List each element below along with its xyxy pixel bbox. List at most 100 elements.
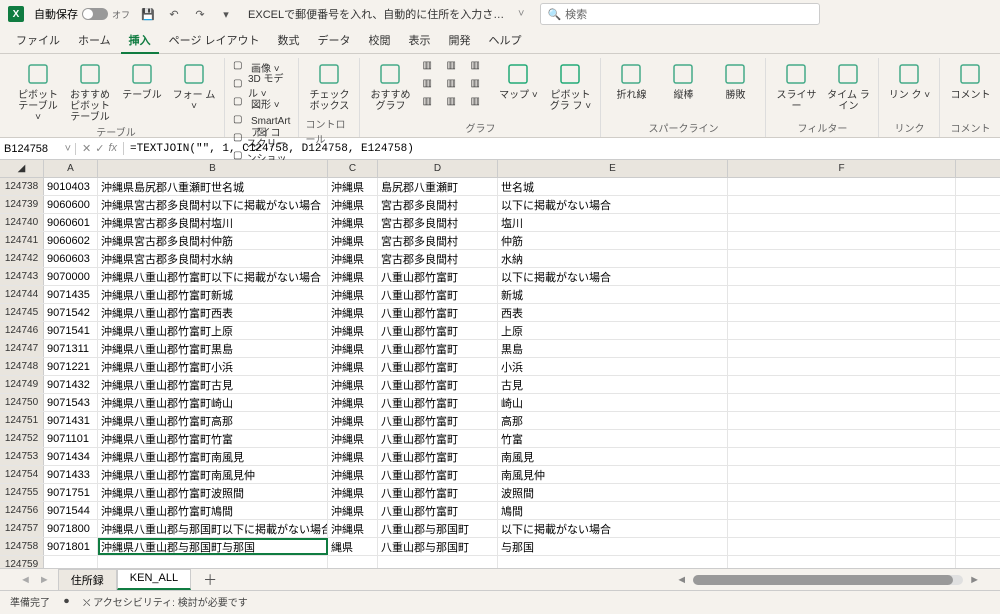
cell[interactable]: 八重山郡竹富町 bbox=[378, 412, 498, 429]
sheet-tab-住所録[interactable]: 住所録 bbox=[58, 569, 117, 590]
row-header[interactable]: 124756 bbox=[0, 502, 44, 519]
cell[interactable]: 沖縄県宮古郡多良間村仲筋 bbox=[98, 232, 328, 249]
name-box[interactable]: B124758˅ bbox=[0, 143, 76, 155]
cell[interactable]: 沖縄県八重山郡竹富町鳩間 bbox=[98, 502, 328, 519]
cell[interactable]: 上原 bbox=[498, 322, 728, 339]
cell[interactable]: 以下に掲載がない場合 bbox=[498, 520, 728, 537]
cell[interactable]: 9071433 bbox=[44, 466, 98, 483]
cancel-icon[interactable]: ✕ bbox=[82, 142, 91, 155]
row-header[interactable]: 124744 bbox=[0, 286, 44, 303]
cell[interactable]: 八重山郡竹富町 bbox=[378, 358, 498, 375]
cell[interactable]: 八重山郡竹富町 bbox=[378, 430, 498, 447]
row-header[interactable]: 124753 bbox=[0, 448, 44, 465]
cell[interactable]: 沖縄県八重山郡竹富町南風見仲 bbox=[98, 466, 328, 483]
cell[interactable]: 沖縄県宮古郡多良間村水納 bbox=[98, 250, 328, 267]
ribbon-button[interactable]: ピボットテーブル ˅ bbox=[14, 58, 62, 125]
chart-type-button[interactable]: ▥ bbox=[444, 76, 466, 94]
ribbon-button[interactable]: フォー ム ˅ bbox=[170, 58, 218, 114]
cell[interactable]: 以下に掲載がない場合 bbox=[498, 268, 728, 285]
cell[interactable]: 沖縄県八重山郡竹富町南風見 bbox=[98, 448, 328, 465]
fx-icon[interactable]: fx bbox=[108, 142, 117, 155]
chart-type-button[interactable]: ▥ bbox=[468, 94, 490, 112]
chart-type-button[interactable]: ▥ bbox=[420, 94, 442, 112]
cell[interactable] bbox=[728, 322, 956, 339]
enter-icon[interactable]: ✓ bbox=[95, 142, 104, 155]
tab-ホーム[interactable]: ホーム bbox=[70, 28, 119, 54]
cell[interactable]: 沖縄県 bbox=[328, 178, 378, 195]
cell[interactable]: 9010403 bbox=[44, 178, 98, 195]
chart-type-button[interactable]: ▥ bbox=[420, 58, 442, 76]
column-header-F[interactable]: F bbox=[728, 160, 956, 177]
chart-type-button[interactable]: ▥ bbox=[468, 58, 490, 76]
cell[interactable]: 沖縄県八重山郡与那国町与那国 bbox=[98, 538, 328, 555]
ribbon-button[interactable]: 勝敗 bbox=[711, 58, 759, 103]
cell[interactable] bbox=[728, 520, 956, 537]
cell[interactable]: 沖縄県八重山郡竹富町上原 bbox=[98, 322, 328, 339]
cell[interactable]: 波照間 bbox=[498, 484, 728, 501]
ribbon-button[interactable]: タイム ライン bbox=[824, 58, 872, 114]
row-header[interactable]: 124752 bbox=[0, 430, 44, 447]
cell[interactable]: 黒島 bbox=[498, 340, 728, 357]
cell[interactable]: 八重山郡竹富町 bbox=[378, 340, 498, 357]
cell[interactable]: 沖縄県 bbox=[328, 466, 378, 483]
cell[interactable]: 宮古郡多良間村 bbox=[378, 196, 498, 213]
cell[interactable] bbox=[728, 304, 956, 321]
cell[interactable] bbox=[728, 538, 956, 555]
cell[interactable]: 沖縄県八重山郡竹富町新城 bbox=[98, 286, 328, 303]
chart-type-button[interactable]: ▥ bbox=[420, 76, 442, 94]
row-header[interactable]: 124738 bbox=[0, 178, 44, 195]
cell[interactable] bbox=[498, 556, 728, 568]
row-header[interactable]: 124755 bbox=[0, 484, 44, 501]
cell[interactable]: 沖縄県八重山郡竹富町波照間 bbox=[98, 484, 328, 501]
cell[interactable]: 9071221 bbox=[44, 358, 98, 375]
cell[interactable]: 南風見 bbox=[498, 448, 728, 465]
cell[interactable]: 小浜 bbox=[498, 358, 728, 375]
cell[interactable]: 沖縄県 bbox=[328, 196, 378, 213]
cell[interactable] bbox=[728, 268, 956, 285]
cell[interactable] bbox=[378, 556, 498, 568]
column-header-B[interactable]: B bbox=[98, 160, 328, 177]
save-icon[interactable]: 💾 bbox=[140, 6, 156, 22]
ribbon-button[interactable]: おすすめ グラフ bbox=[366, 58, 414, 114]
row-header[interactable]: 124741 bbox=[0, 232, 44, 249]
cell[interactable]: 八重山郡竹富町 bbox=[378, 268, 498, 285]
cell[interactable]: 9060600 bbox=[44, 196, 98, 213]
horizontal-scrollbar[interactable] bbox=[693, 575, 963, 585]
cell[interactable] bbox=[328, 556, 378, 568]
column-header-C[interactable]: C bbox=[328, 160, 378, 177]
chart-type-button[interactable]: ▥ bbox=[444, 58, 466, 76]
cell[interactable]: 縄県 bbox=[328, 538, 378, 555]
tab-ファイル[interactable]: ファイル bbox=[8, 28, 68, 54]
ribbon-button[interactable]: ▢3D モデル ˅ bbox=[231, 76, 292, 94]
tab-校閲[interactable]: 校閲 bbox=[361, 28, 399, 54]
row-header[interactable]: 124758 bbox=[0, 538, 44, 555]
accessibility-status[interactable]: ⛌ アクセシビリティ: 検討が必要です bbox=[83, 594, 248, 609]
cell[interactable]: 宮古郡多良間村 bbox=[378, 214, 498, 231]
cell[interactable]: 9070000 bbox=[44, 268, 98, 285]
cell[interactable]: 沖縄県 bbox=[328, 358, 378, 375]
cell[interactable]: 9071544 bbox=[44, 502, 98, 519]
cell[interactable]: 沖縄県 bbox=[328, 268, 378, 285]
ribbon-button[interactable]: ピボットグラ フ ˅ bbox=[546, 58, 594, 114]
cell[interactable]: 八重山郡竹富町 bbox=[378, 376, 498, 393]
cell[interactable]: 八重山郡竹富町 bbox=[378, 466, 498, 483]
cell[interactable]: 以下に掲載がない場合 bbox=[498, 196, 728, 213]
cell[interactable]: 沖縄県八重山郡竹富町高那 bbox=[98, 412, 328, 429]
cell[interactable]: 沖縄県 bbox=[328, 520, 378, 537]
cell[interactable]: 沖縄県 bbox=[328, 232, 378, 249]
cell[interactable]: 沖縄県 bbox=[328, 502, 378, 519]
cell[interactable]: 沖縄県八重山郡竹富町崎山 bbox=[98, 394, 328, 411]
ribbon-button[interactable]: チェック ボックス bbox=[305, 58, 353, 114]
cell[interactable] bbox=[44, 556, 98, 568]
row-header[interactable]: 124743 bbox=[0, 268, 44, 285]
cell[interactable]: 9060601 bbox=[44, 214, 98, 231]
ribbon-button[interactable]: テーブル bbox=[118, 58, 166, 103]
undo-icon[interactable]: ↶ bbox=[166, 6, 182, 22]
autosave-toggle[interactable]: 自動保存 オフ bbox=[34, 6, 130, 22]
sheet-nav-next-icon[interactable]: ► bbox=[39, 574, 50, 586]
row-header[interactable]: 124749 bbox=[0, 376, 44, 393]
cell[interactable] bbox=[728, 394, 956, 411]
cell[interactable] bbox=[728, 196, 956, 213]
ribbon-button[interactable]: コメント bbox=[946, 58, 994, 103]
search-input[interactable]: 🔍 検索 bbox=[540, 3, 820, 25]
